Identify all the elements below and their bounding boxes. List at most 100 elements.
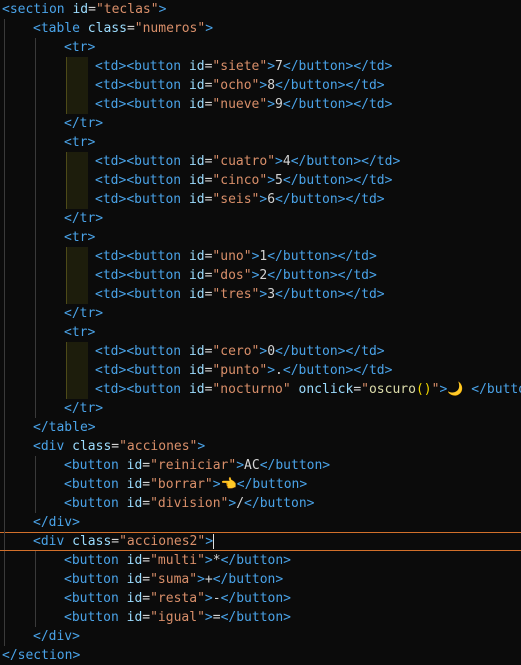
indent-guide <box>4 380 5 399</box>
attr-value: "reiniciar" <box>150 458 237 473</box>
attr-value: "uno" <box>212 249 252 264</box>
tag-close-bracket: > <box>236 458 245 473</box>
indent-guide <box>4 95 5 114</box>
code-line[interactable]: <section id="teclas"> <box>0 0 521 19</box>
indent-guide <box>4 247 5 266</box>
indent-guide <box>4 304 5 323</box>
tag-open: <button <box>126 154 182 169</box>
code-line[interactable]: <td><button id="uno">1</button></td> <box>0 247 521 266</box>
code-line[interactable]: <button id="multi">*</button> <box>0 551 521 570</box>
tag-close: </div> <box>33 629 80 644</box>
indent-guide <box>66 171 67 190</box>
indent-guide <box>4 456 5 475</box>
code-line[interactable]: <td><button id="cinco">5</button></td> <box>0 171 521 190</box>
button-label: . <box>275 363 283 378</box>
code-equals: = <box>111 439 120 454</box>
text-cursor <box>213 534 215 549</box>
indent-guide <box>35 570 36 589</box>
indent-guide <box>4 114 5 133</box>
code-line[interactable]: <td><button id="siete">7</button></td> <box>0 57 521 76</box>
tag-close-bracket: > <box>204 610 213 625</box>
code-line[interactable]: <td><button id="ocho">8</button></td> <box>0 76 521 95</box>
tag-open: <button <box>64 572 119 587</box>
code-line[interactable]: <button id="resta">-</button> <box>0 589 521 608</box>
code-text: <td><button id="nueve">9</button></td> <box>95 95 392 114</box>
button-label: - <box>212 591 221 606</box>
code-line[interactable]: <button id="igual">=</button> <box>0 608 521 627</box>
attr-name: id <box>188 78 205 93</box>
code-line[interactable]: <tr> <box>0 38 521 57</box>
code-line[interactable]: <button id="suma">+</button> <box>0 570 521 589</box>
code-editor[interactable]: <section id="teclas"> <table class="numer… <box>0 0 521 665</box>
tag-open: <td <box>95 268 119 283</box>
tag-close-bracket: > <box>212 477 221 492</box>
tag-open: <button <box>126 97 182 112</box>
code-equals: = <box>142 610 151 625</box>
code-line[interactable]: <div class="acciones2"> <box>0 532 521 551</box>
indent-guide <box>4 627 5 646</box>
attr-value: "suma" <box>150 572 198 587</box>
indent-guide <box>4 152 5 171</box>
code-text: </tr> <box>64 304 103 323</box>
code-line[interactable]: </tr> <box>0 399 521 418</box>
code-line[interactable]: </tr> <box>0 304 521 323</box>
code-line[interactable]: <tr> <box>0 133 521 152</box>
tag-close: </button> <box>282 59 354 74</box>
code-equals: = <box>142 591 151 606</box>
indent-guide <box>66 342 67 361</box>
attr-name: id <box>188 154 205 169</box>
code-line[interactable]: <button id="borrar">👈</button> <box>0 475 521 494</box>
button-label: 0 <box>267 344 276 359</box>
tag-close: </tr> <box>64 211 104 226</box>
indent-guide <box>4 361 5 380</box>
code-line[interactable]: <button id="reiniciar">AC</button> <box>0 456 521 475</box>
indent-guide <box>4 266 5 285</box>
code-line[interactable]: <td><button id="punto">.</button></td> <box>0 361 521 380</box>
code-line[interactable]: <div class="acciones"> <box>0 437 521 456</box>
code-text: </tr> <box>64 399 103 418</box>
tag-close: </button> <box>220 553 292 568</box>
tag-open: <button <box>126 59 182 74</box>
tag-open: <button <box>126 382 182 397</box>
indent-guide <box>66 190 67 209</box>
attr-name: class <box>87 21 127 36</box>
code-line[interactable]: </tr> <box>0 114 521 133</box>
indent-guide <box>4 285 5 304</box>
attr-value: "teclas" <box>95 2 159 17</box>
code-line[interactable]: <td><button id="cero">0</button></td> <box>0 342 521 361</box>
code-line[interactable]: <td><button id="cuatro">4</button></td> <box>0 152 521 171</box>
code-line[interactable]: </table> <box>0 418 521 437</box>
indent-highlight <box>66 171 88 190</box>
attr-name: id <box>188 59 205 74</box>
code-text: <tr> <box>64 38 95 57</box>
tag-open: <button <box>64 477 119 492</box>
indent-highlight <box>66 76 88 95</box>
code-line[interactable]: </tr> <box>0 209 521 228</box>
code-line[interactable]: <td><button id="seis">6</button></td> <box>0 190 521 209</box>
tag-close: </tr> <box>64 116 104 131</box>
indent-highlight <box>66 95 88 114</box>
code-line[interactable]: <td><button id="dos">2</button></td> <box>0 266 521 285</box>
code-line[interactable]: <td><button id="nocturno" onclick="oscur… <box>0 380 521 399</box>
code-line[interactable]: <button id="division">/</button> <box>0 494 521 513</box>
code-line[interactable]: <td><button id="tres">3</button></td> <box>0 285 521 304</box>
code-text: <tr> <box>64 323 95 342</box>
code-line[interactable]: <table class="numeros"> <box>0 19 521 38</box>
code-line[interactable]: </section> <box>0 646 521 665</box>
code-line[interactable]: </div> <box>0 627 521 646</box>
code-line[interactable]: <tr> <box>0 323 521 342</box>
indent-guide <box>4 57 5 76</box>
tag-open: <div <box>33 439 65 454</box>
code-line[interactable]: </div> <box>0 513 521 532</box>
code-line[interactable]: <tr> <box>0 228 521 247</box>
tag-close-bracket: > <box>267 59 276 74</box>
indent-highlight <box>66 361 88 380</box>
code-equals: = <box>142 572 151 587</box>
code-line[interactable]: <td><button id="nueve">9</button></td> <box>0 95 521 114</box>
